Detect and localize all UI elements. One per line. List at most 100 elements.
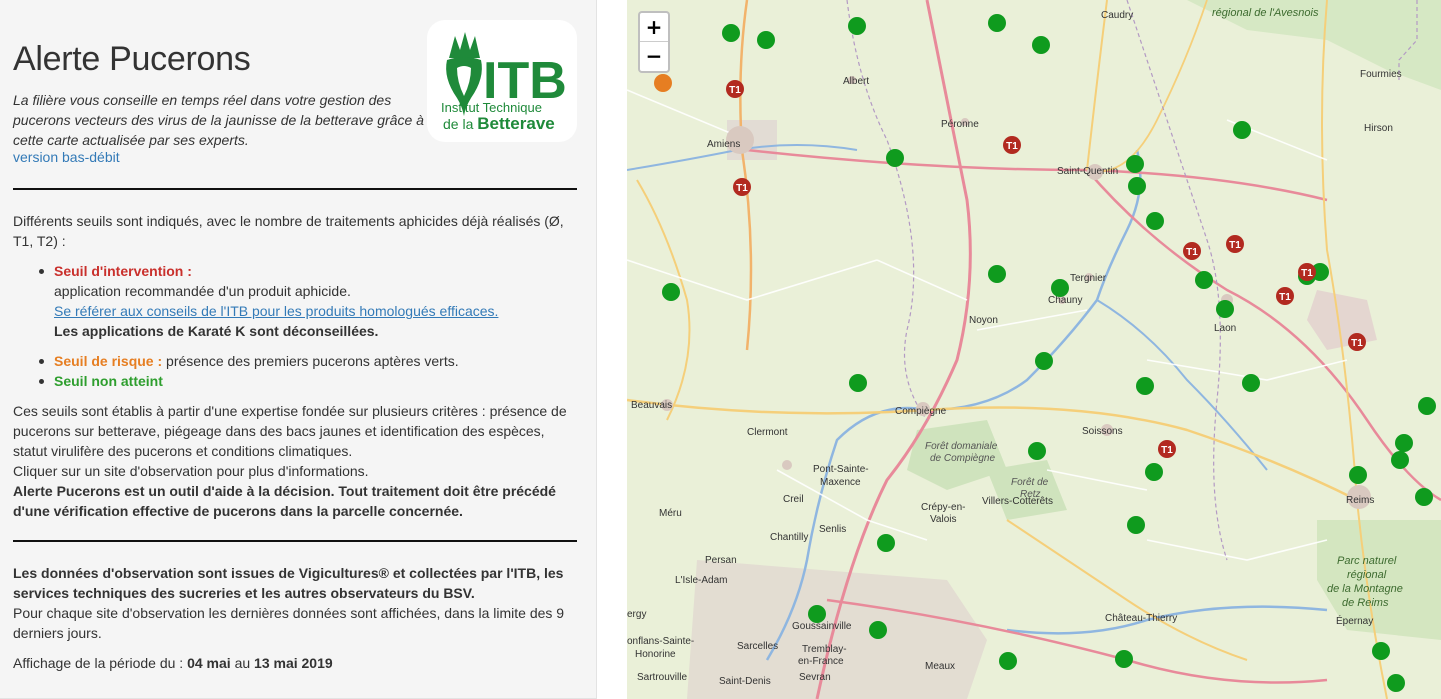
place-label: Caudry	[1101, 10, 1133, 21]
observation-site-not-reached[interactable]	[1395, 434, 1413, 452]
observation-site-not-reached[interactable]	[1216, 300, 1234, 318]
observation-site-intervention-t1[interactable]: T1	[1226, 235, 1244, 253]
place-label: en-France	[798, 656, 844, 667]
map-canvas[interactable]: Caudry régional de l'Avesnois Albert Fou…	[627, 0, 1441, 699]
place-label: Pont-Sainte-	[813, 464, 869, 475]
treatment-badge: T1	[729, 85, 741, 96]
click-hint: Cliquer sur un site d'observation pour p…	[13, 463, 369, 479]
zoom-out-button[interactable]: −	[640, 42, 668, 71]
place-label: Laon	[1214, 323, 1236, 334]
thresholds-intro: Différents seuils sont indiqués, avec le…	[13, 213, 564, 249]
observation-site-not-reached[interactable]	[988, 265, 1006, 283]
observation-site-intervention-t1[interactable]: T1	[1158, 440, 1176, 458]
display-period: Affichage de la période du : 04 mai au 1…	[13, 655, 333, 671]
observation-site-not-reached[interactable]	[877, 534, 895, 552]
observation-site-not-reached[interactable]	[886, 149, 904, 167]
observation-site-intervention-t1[interactable]: T1	[733, 178, 751, 196]
observation-site-intervention-t1[interactable]: T1	[1276, 287, 1294, 305]
observation-site-not-reached[interactable]	[1242, 374, 1260, 392]
map-view[interactable]: Caudry régional de l'Avesnois Albert Fou…	[627, 0, 1441, 699]
zoom-in-button[interactable]: +	[640, 13, 668, 42]
observation-site-intervention-t1[interactable]: T1	[1183, 242, 1201, 260]
place-label: Persan	[705, 555, 737, 566]
place-label: Tergnier	[1070, 273, 1107, 284]
observation-site-not-reached[interactable]	[1145, 463, 1163, 481]
place-label: L'Isle-Adam	[675, 575, 728, 586]
data-source-block: Les données d'observation sont issues de…	[13, 563, 577, 643]
observation-site-not-reached[interactable]	[1146, 212, 1164, 230]
place-label: Senlis	[819, 524, 846, 535]
place-label: Château-Thierry	[1105, 613, 1177, 624]
observation-site-not-reached[interactable]	[869, 621, 887, 639]
place-label: Beauvais	[631, 400, 672, 411]
observation-site-not-reached[interactable]	[1126, 155, 1144, 173]
logo-line1: Institut Technique	[441, 100, 542, 115]
observation-site-not-reached[interactable]	[1127, 516, 1145, 534]
place-label: Saint-Denis	[719, 676, 771, 687]
place-label: onflans-Sainte-	[627, 636, 694, 647]
observation-site-not-reached[interactable]	[1035, 352, 1053, 370]
place-label: Clermont	[747, 427, 788, 438]
observation-site-not-reached[interactable]	[1391, 451, 1409, 469]
place-label: Saint-Quentin	[1057, 166, 1118, 177]
observation-site-not-reached[interactable]	[1136, 377, 1154, 395]
observation-site-not-reached[interactable]	[757, 31, 775, 49]
observation-site-not-reached[interactable]	[1349, 466, 1367, 484]
observation-site-intervention-t1[interactable]: T1	[1348, 333, 1366, 351]
observation-site-not-reached[interactable]	[1128, 177, 1146, 195]
treatment-badge: T1	[1229, 240, 1241, 251]
period-end: 13 mai 2019	[254, 655, 333, 671]
treatment-badge: T1	[1351, 338, 1363, 349]
observation-site-not-reached[interactable]	[849, 374, 867, 392]
low-bandwidth-link[interactable]: version bas-débit	[13, 149, 120, 165]
itb-advice-link[interactable]: Se référer aux conseils de l'ITB pour le…	[54, 303, 498, 319]
observation-site-not-reached[interactable]	[1115, 650, 1133, 668]
observation-site-not-reached[interactable]	[1195, 271, 1213, 289]
intro-text: La filière vous conseille en temps réel …	[13, 92, 424, 148]
observation-site-not-reached[interactable]	[1372, 642, 1390, 660]
place-label: Sevran	[799, 672, 831, 683]
observation-site-intervention-t1[interactable]: T1	[1003, 136, 1021, 154]
legend-intervention: Seuil d'intervention : application recom…	[37, 261, 577, 341]
risk-text: présence des premiers pucerons aptères v…	[162, 353, 459, 369]
place-label: Meaux	[925, 661, 955, 672]
intervention-label: Seuil d'intervention :	[54, 263, 192, 279]
legend-not-reached: Seuil non atteint	[37, 371, 577, 391]
place-label: Sarcelles	[737, 641, 778, 652]
observation-site-not-reached[interactable]	[1418, 397, 1436, 415]
not-reached-label: Seuil non atteint	[54, 373, 163, 389]
observation-site-not-reached[interactable]	[1415, 488, 1433, 506]
observation-site-not-reached[interactable]	[722, 24, 740, 42]
observation-site-not-reached[interactable]	[1387, 674, 1405, 692]
place-label: de Reims	[1342, 597, 1389, 609]
place-label: Albert	[843, 76, 869, 87]
observation-site-not-reached[interactable]	[848, 17, 866, 35]
observation-site-risk[interactable]	[654, 74, 672, 92]
treatment-badge: T1	[1279, 292, 1291, 303]
place-label: Méru	[659, 508, 682, 519]
data-source: Les données d'observation sont issues de…	[13, 565, 564, 601]
observation-site-not-reached[interactable]	[1233, 121, 1251, 139]
observation-site-not-reached[interactable]	[1051, 279, 1069, 297]
itb-logo: ITB Institut Technique de la Betterave	[427, 20, 577, 142]
observation-site-not-reached[interactable]	[808, 605, 826, 623]
place-label: Compiègne	[895, 406, 947, 417]
observation-site-intervention-t1[interactable]: T1	[726, 80, 744, 98]
observation-site-intervention-t1[interactable]: T1	[1298, 263, 1316, 281]
place-label: Fourmies	[1360, 69, 1402, 80]
beet-logo-icon: ITB Institut Technique de la Betterave	[441, 32, 567, 133]
place-label: Crépy-en-	[921, 502, 965, 513]
observation-site-not-reached[interactable]	[988, 14, 1006, 32]
place-label: régional de l'Avesnois	[1212, 7, 1319, 19]
observation-site-not-reached[interactable]	[662, 283, 680, 301]
treatment-badge: T1	[1186, 247, 1198, 258]
observation-site-not-reached[interactable]	[1028, 442, 1046, 460]
observation-site-not-reached[interactable]	[999, 652, 1017, 670]
place-label: Parc naturel	[1337, 555, 1397, 567]
place-label: Péronne	[941, 119, 979, 130]
period-start: 04 mai	[187, 655, 231, 671]
place-label: Valois	[930, 514, 957, 525]
logo-line2: de la Betterave	[443, 114, 555, 133]
observation-site-not-reached[interactable]	[1032, 36, 1050, 54]
threshold-legend: Seuil d'intervention : application recom…	[37, 261, 577, 391]
